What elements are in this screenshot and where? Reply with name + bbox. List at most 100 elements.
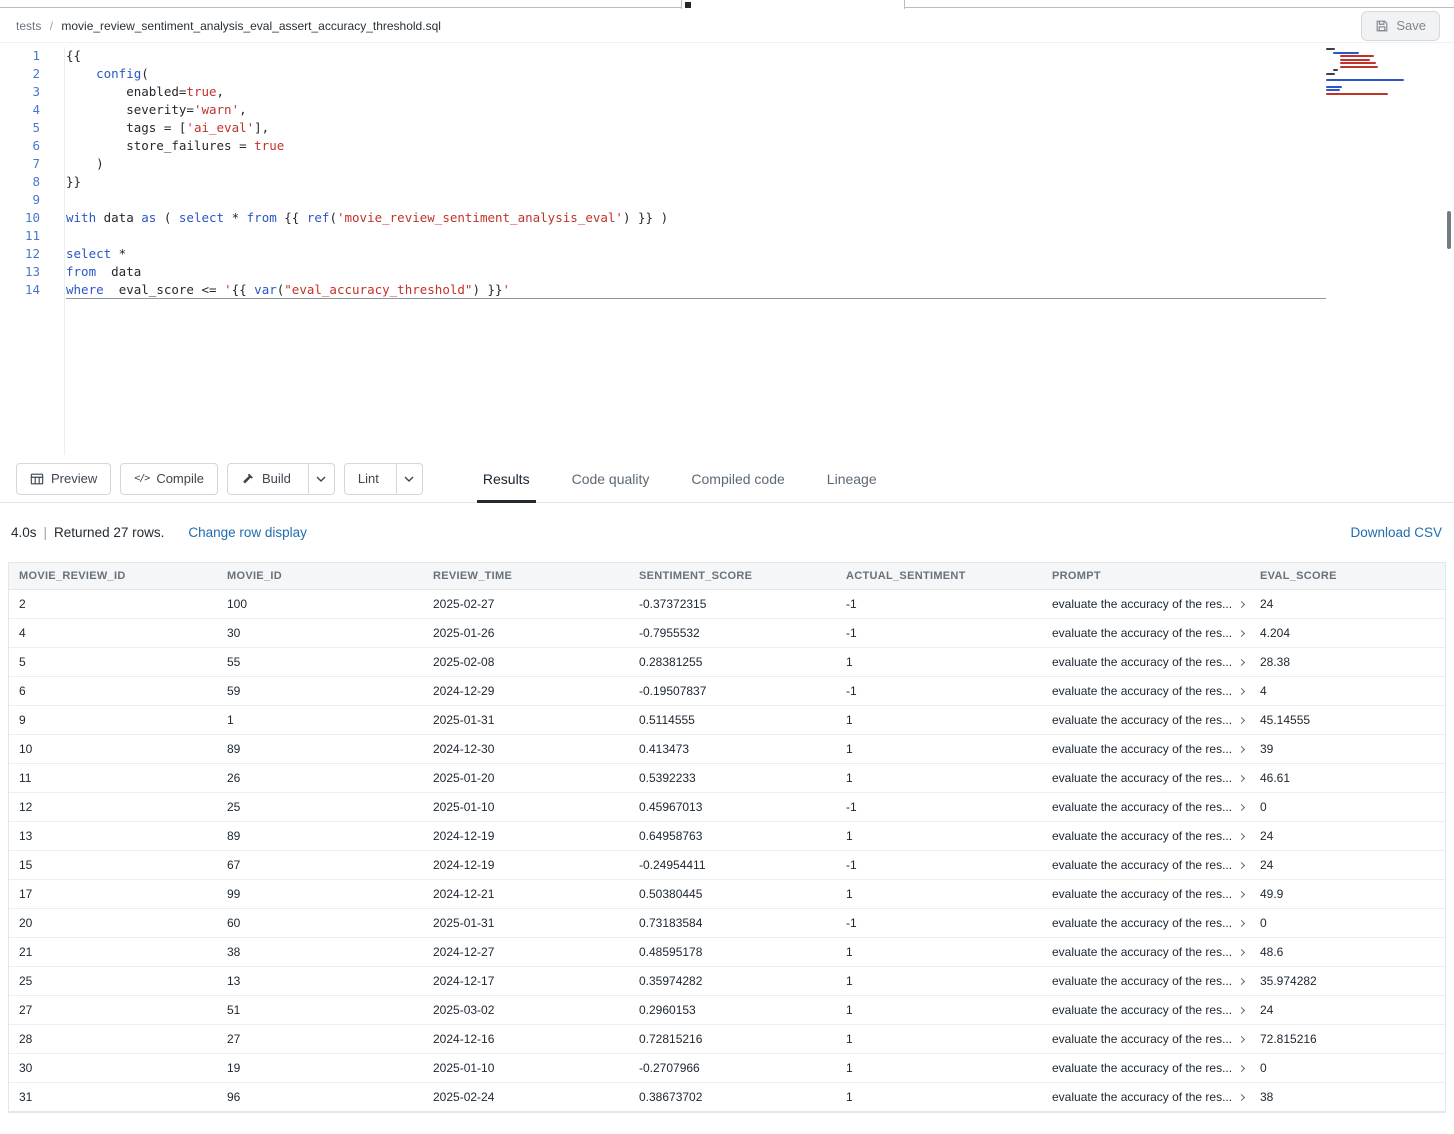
- prompt-cell[interactable]: evaluate the accuracy of the res...: [1042, 850, 1250, 879]
- line-number: 14: [0, 281, 40, 299]
- table-row: 12252025-01-100.45967013-1evaluate the a…: [9, 792, 1445, 821]
- prompt-cell[interactable]: evaluate the accuracy of the res...: [1042, 676, 1250, 705]
- expand-prompt-chevron-icon[interactable]: [1238, 658, 1245, 665]
- table-cell: 1: [836, 1024, 1042, 1053]
- table-cell: 2025-01-20: [423, 763, 629, 792]
- prompt-cell[interactable]: evaluate the accuracy of the res...: [1042, 647, 1250, 676]
- lint-button[interactable]: Lint: [345, 464, 389, 494]
- table-cell: -0.19507837: [629, 676, 836, 705]
- expand-prompt-chevron-icon[interactable]: [1238, 977, 1245, 984]
- prompt-cell[interactable]: evaluate the accuracy of the res...: [1042, 1053, 1250, 1082]
- prompt-cell[interactable]: evaluate the accuracy of the res...: [1042, 908, 1250, 937]
- expand-prompt-chevron-icon[interactable]: [1238, 832, 1245, 839]
- table-cell: 31: [9, 1082, 217, 1111]
- breadcrumb-folder[interactable]: tests: [16, 19, 41, 33]
- table-cell: 2025-01-26: [423, 618, 629, 647]
- code-line[interactable]: enabled=true,: [66, 83, 1326, 101]
- table-cell: 2024-12-27: [423, 937, 629, 966]
- code-line[interactable]: tags = ['ai_eval'],: [66, 119, 1326, 137]
- expand-prompt-chevron-icon[interactable]: [1238, 687, 1245, 694]
- expand-prompt-chevron-icon[interactable]: [1238, 600, 1245, 607]
- expand-prompt-chevron-icon[interactable]: [1238, 803, 1245, 810]
- table-cell: 28: [9, 1024, 217, 1053]
- line-number: 4: [0, 101, 40, 119]
- prompt-cell[interactable]: evaluate the accuracy of the res...: [1042, 821, 1250, 850]
- table-cell: 0.5392233: [629, 763, 836, 792]
- code-line[interactable]: from data: [66, 263, 1326, 281]
- active-file-tab[interactable]: [681, 0, 905, 9]
- prompt-cell[interactable]: evaluate the accuracy of the res...: [1042, 879, 1250, 908]
- code-line[interactable]: where eval_score <= '{{ var("eval_accura…: [66, 281, 1326, 299]
- prompt-cell[interactable]: evaluate the accuracy of the res...: [1042, 792, 1250, 821]
- code-line[interactable]: select *: [66, 245, 1326, 263]
- prompt-cell[interactable]: evaluate the accuracy of the res...: [1042, 937, 1250, 966]
- prompt-cell[interactable]: evaluate the accuracy of the res...: [1042, 589, 1250, 618]
- table-cell: 0.72815216: [629, 1024, 836, 1053]
- tab-compiled-code[interactable]: Compiled code: [685, 455, 790, 502]
- table-cell: 1: [836, 1082, 1042, 1111]
- editor-gutter-column: 1234567891011121314: [0, 47, 65, 455]
- code-line[interactable]: [66, 191, 1326, 209]
- prompt-cell[interactable]: evaluate the accuracy of the res...: [1042, 734, 1250, 763]
- change-row-display-link[interactable]: Change row display: [188, 525, 307, 540]
- prompt-cell[interactable]: evaluate the accuracy of the res...: [1042, 995, 1250, 1024]
- build-dropdown-button[interactable]: [308, 464, 334, 494]
- editor-code[interactable]: {{ config( enabled=true, severity='warn'…: [65, 47, 1326, 455]
- prompt-cell[interactable]: evaluate the accuracy of the res...: [1042, 763, 1250, 792]
- line-number: 9: [0, 191, 40, 209]
- tab-lineage[interactable]: Lineage: [821, 455, 883, 502]
- tab-code-quality[interactable]: Code quality: [566, 455, 656, 502]
- table-cell: -1: [836, 908, 1042, 937]
- expand-prompt-chevron-icon[interactable]: [1238, 890, 1245, 897]
- prompt-cell[interactable]: evaluate the accuracy of the res...: [1042, 1082, 1250, 1111]
- table-cell: 89: [217, 734, 423, 763]
- expand-prompt-chevron-icon[interactable]: [1238, 1006, 1245, 1013]
- table-cell: 72.815216: [1250, 1024, 1445, 1053]
- save-button[interactable]: Save: [1361, 11, 1440, 41]
- table-cell: 1: [836, 763, 1042, 792]
- code-line[interactable]: {{: [66, 47, 1326, 65]
- code-line[interactable]: ): [66, 155, 1326, 173]
- editor-minimap[interactable]: [1326, 48, 1438, 96]
- table-cell: 0.45967013: [629, 792, 836, 821]
- table-cell: 2025-03-02: [423, 995, 629, 1024]
- expand-prompt-chevron-icon[interactable]: [1238, 1035, 1245, 1042]
- table-cell: 0.28381255: [629, 647, 836, 676]
- line-number: 7: [0, 155, 40, 173]
- expand-prompt-chevron-icon[interactable]: [1238, 861, 1245, 868]
- build-button[interactable]: Build: [228, 464, 301, 494]
- code-line[interactable]: }}: [66, 173, 1326, 191]
- code-line[interactable]: with data as ( select * from {{ ref('mov…: [66, 209, 1326, 227]
- expand-prompt-chevron-icon[interactable]: [1238, 774, 1245, 781]
- preview-button[interactable]: Preview: [16, 463, 111, 495]
- code-editor[interactable]: 1234567891011121314 {{ config( enabled=t…: [0, 43, 1454, 455]
- table-cell: 1: [836, 995, 1042, 1024]
- table-cell: 2025-01-31: [423, 705, 629, 734]
- download-csv-link[interactable]: Download CSV: [1350, 525, 1442, 540]
- compile-button[interactable]: </> Compile: [120, 463, 218, 495]
- expand-prompt-chevron-icon[interactable]: [1238, 1064, 1245, 1071]
- expand-prompt-chevron-icon[interactable]: [1238, 1093, 1245, 1100]
- editor-scrollbar-thumb[interactable]: [1447, 211, 1451, 249]
- table-cell: 49.9: [1250, 879, 1445, 908]
- code-line[interactable]: severity='warn',: [66, 101, 1326, 119]
- lint-dropdown-button[interactable]: [396, 464, 422, 494]
- expand-prompt-chevron-icon[interactable]: [1238, 716, 1245, 723]
- line-number: 10: [0, 209, 40, 227]
- prompt-cell[interactable]: evaluate the accuracy of the res...: [1042, 705, 1250, 734]
- prompt-preview-text: evaluate the accuracy of the res...: [1052, 1090, 1232, 1104]
- code-line[interactable]: [66, 227, 1326, 245]
- expand-prompt-chevron-icon[interactable]: [1238, 745, 1245, 752]
- prompt-cell[interactable]: evaluate the accuracy of the res...: [1042, 1024, 1250, 1053]
- expand-prompt-chevron-icon[interactable]: [1238, 948, 1245, 955]
- expand-prompt-chevron-icon[interactable]: [1238, 629, 1245, 636]
- prompt-cell[interactable]: evaluate the accuracy of the res...: [1042, 618, 1250, 647]
- tab-results[interactable]: Results: [477, 455, 536, 502]
- prompt-cell[interactable]: evaluate the accuracy of the res...: [1042, 966, 1250, 995]
- table-cell: 0.5114555: [629, 705, 836, 734]
- code-line[interactable]: store_failures = true: [66, 137, 1326, 155]
- code-line[interactable]: config(: [66, 65, 1326, 83]
- table-row: 27512025-03-020.29601531evaluate the acc…: [9, 995, 1445, 1024]
- prompt-preview-text: evaluate the accuracy of the res...: [1052, 655, 1232, 669]
- expand-prompt-chevron-icon[interactable]: [1238, 919, 1245, 926]
